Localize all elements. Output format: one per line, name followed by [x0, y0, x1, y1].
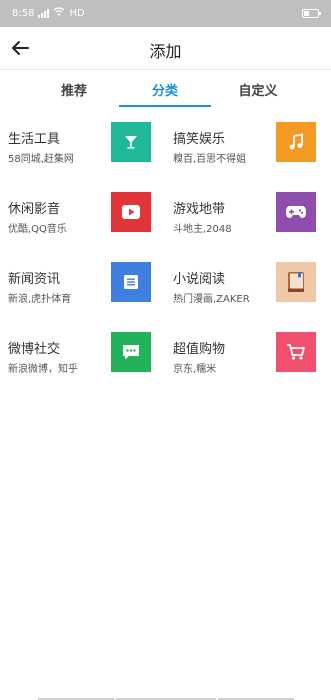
category-name: 生活工具 — [8, 132, 61, 147]
signal-icon — [38, 8, 50, 18]
status-bar: 8:58 HD — [0, 0, 331, 27]
status-time: 8:58 — [12, 7, 35, 19]
category-name: 小说阅读 — [173, 272, 226, 287]
page-title: 添加 — [149, 42, 182, 61]
tab-custom[interactable]: 自定义 — [212, 80, 304, 99]
gamepad-icon[interactable] — [276, 192, 316, 232]
category-name: 新闻资讯 — [8, 272, 61, 287]
category-name: 搞笑娱乐 — [173, 132, 226, 147]
book-icon[interactable] — [276, 262, 316, 302]
category-desc: 58同城,赶集网 — [8, 154, 74, 165]
news-list-icon[interactable] — [111, 262, 151, 302]
category-desc: 斗地主,2048 — [173, 224, 232, 235]
category-name: 游戏地带 — [173, 202, 226, 217]
tab-indicator — [119, 105, 211, 107]
tab-recommend[interactable]: 推荐 — [28, 80, 120, 99]
network-label: HD — [69, 7, 85, 19]
category-desc: 糗百,百思不得姐 — [173, 154, 247, 165]
title-bar: 添加 — [0, 27, 331, 69]
category-desc: 新浪,虎扑体育 — [8, 294, 72, 305]
tab-category[interactable]: 分类 — [119, 80, 211, 99]
wifi-icon — [53, 7, 65, 19]
category-name: 休闲影音 — [8, 202, 61, 217]
title-divider — [0, 69, 331, 70]
cocktail-glass-icon[interactable] — [111, 122, 151, 162]
category-desc: 热门漫画,ZAKER — [173, 294, 250, 305]
category-name: 微博社交 — [8, 342, 61, 357]
chat-bubble-icon[interactable] — [111, 332, 151, 372]
cart-icon[interactable] — [276, 332, 316, 372]
category-desc: 新浪微博，知乎 — [8, 364, 78, 375]
battery-icon — [302, 9, 321, 18]
music-note-icon[interactable] — [276, 122, 316, 162]
category-desc: 优酷,QQ音乐 — [8, 224, 67, 235]
tab-bar: 推荐 分类 自定义 — [0, 76, 331, 108]
status-left: 8:58 HD — [12, 7, 85, 19]
category-desc: 京东,糯米 — [173, 364, 217, 375]
category-name: 超值购物 — [173, 342, 226, 357]
play-icon[interactable] — [111, 192, 151, 232]
